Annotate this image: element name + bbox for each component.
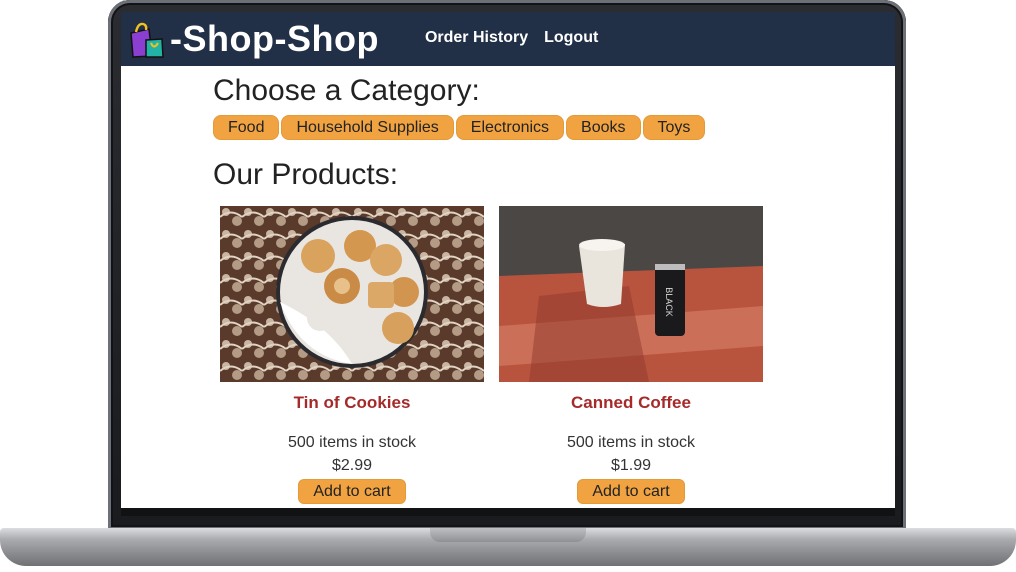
- shopping-bags-icon: [130, 22, 164, 58]
- category-food-button[interactable]: Food: [213, 115, 280, 140]
- category-toys-button[interactable]: Toys: [642, 115, 706, 140]
- price-text: $2.99: [331, 457, 373, 474]
- category-books-button[interactable]: Books: [566, 115, 641, 140]
- browser-screen: -Shop-Shop Order History Logout Choose a…: [121, 12, 895, 508]
- category-electronics-button[interactable]: Electronics: [455, 115, 565, 140]
- svg-text:BLACK: BLACK: [664, 287, 674, 317]
- price-text: $1.99: [610, 457, 652, 474]
- category-household-button[interactable]: Household Supplies: [281, 115, 454, 140]
- laptop-opening-groove: [430, 528, 586, 542]
- screen-chin: [121, 508, 895, 516]
- product-name[interactable]: Tin of Cookies: [220, 393, 484, 413]
- add-to-cart-button[interactable]: Add to cart: [577, 479, 685, 504]
- product-image-cookies[interactable]: [220, 206, 484, 382]
- product-image-coffee[interactable]: BLACK: [499, 206, 763, 382]
- nav-order-history[interactable]: Order History: [425, 29, 528, 47]
- category-list: Food Household Supplies Electronics Book…: [213, 115, 813, 140]
- category-heading: Choose a Category:: [213, 74, 480, 107]
- add-to-cart-button[interactable]: Add to cart: [298, 479, 406, 504]
- main-nav: Order History Logout: [425, 29, 598, 47]
- product-list: Tin of Cookies 500 items in stock $2.99 …: [213, 206, 813, 508]
- brand-title[interactable]: -Shop-Shop: [170, 12, 379, 66]
- products-heading: Our Products:: [213, 158, 399, 191]
- product-card: Tin of Cookies 500 items in stock $2.99 …: [220, 206, 484, 504]
- stock-text: 500 items in stock: [566, 434, 696, 451]
- main-content: Choose a Category: Food Household Suppli…: [213, 66, 813, 508]
- product-card: BLACK Canned Coffee 500 items in stock $…: [499, 206, 763, 504]
- app-header: -Shop-Shop Order History Logout: [121, 12, 895, 66]
- stock-text: 500 items in stock: [287, 434, 417, 451]
- nav-logout[interactable]: Logout: [544, 29, 598, 47]
- product-name[interactable]: Canned Coffee: [499, 393, 763, 413]
